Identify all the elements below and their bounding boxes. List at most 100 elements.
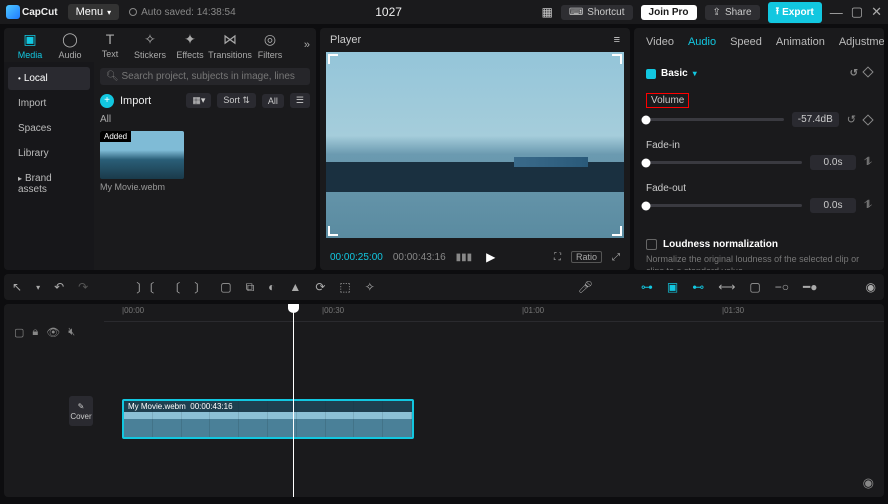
tab-text[interactable]: TText [90,31,130,59]
stepper-icon[interactable]: ⥮ [864,199,872,212]
nav-import[interactable]: Import [8,92,90,115]
copy-icon[interactable]: ⧉ [246,280,255,295]
magnet-icon[interactable]: ⊶ [641,280,653,294]
fadeout-value[interactable]: 0.0s [810,198,856,213]
tab-stickers[interactable]: ✧Stickers [130,31,170,60]
tab-transitions[interactable]: ⋈Transitions [210,31,250,60]
tab-speed[interactable]: Speed [730,36,762,48]
reset-icon[interactable]: ↺ [850,68,858,79]
dropdown-icon[interactable]: ▾ [36,283,40,292]
nav-brand-assets[interactable]: ▸Brand assets [8,167,90,201]
play-button[interactable]: ▶ [486,250,495,264]
zoom-out-icon[interactable]: −○ [775,280,789,294]
track-mute-icon[interactable]: 🔇︎ [68,326,75,339]
all-heading: All [100,114,310,125]
rotate-icon[interactable]: ⟳ [315,280,325,294]
volume-slider[interactable] [646,118,784,121]
preview-viewport[interactable] [326,52,624,238]
nav-local[interactable]: •Local [8,67,90,90]
sort-button[interactable]: Sort ⇅ [217,93,256,108]
nav-library[interactable]: Library [8,142,90,165]
caret-right-icon: ▸ [18,174,22,183]
crop-icon[interactable]: ⬚ [339,280,350,294]
fullscreen-icon[interactable]: ⤢ [612,252,620,263]
mic-icon[interactable]: 🎤︎ [578,280,593,294]
chevron-down-icon[interactable]: ▾ [693,69,697,78]
tab-audio[interactable]: ◯Audio [50,31,90,60]
mirror-icon[interactable]: ▲ [289,280,301,294]
maximize-icon[interactable]: ▢ [851,4,863,20]
lock-icon[interactable]: 🔒︎ [32,326,38,339]
join-pro-button[interactable]: Join Pro [641,5,697,20]
fadein-value[interactable]: 0.0s [810,155,856,170]
zoom-slider-icon[interactable]: ━● [803,280,817,294]
import-button[interactable]: Import [120,95,151,107]
stepper-icon[interactable]: ⥮ [864,156,872,169]
nav-spaces[interactable]: Spaces [8,117,90,140]
reset-icon[interactable]: ↺ [847,113,856,126]
split-icon[interactable]: 〕〔 [136,279,154,296]
close-icon[interactable]: ✕ [871,4,882,20]
crop-handle-tr[interactable] [612,54,622,64]
pointer-icon[interactable]: ↖ [12,280,22,294]
link-icon[interactable]: ⊷ [692,280,704,294]
keyframe-icon[interactable] [862,66,873,77]
trim-right-icon[interactable]: 〕 [194,279,206,296]
menu-button[interactable]: Menu▾ [68,4,120,20]
more-tabs-icon[interactable]: » [304,39,310,51]
filter-all-button[interactable]: All [262,94,284,108]
preview-image [326,52,624,238]
trim-left-icon[interactable]: 〔 [168,279,180,296]
delete-icon[interactable]: ▢ [220,280,231,294]
scan-icon[interactable]: ⛶ [554,252,561,263]
timeline-clip[interactable]: My Movie.webm 00:00:43:16 [122,399,414,439]
checkbox-on-icon[interactable] [646,69,656,79]
loudness-checkbox[interactable] [646,239,657,250]
snap-icon[interactable]: ▣ [667,280,678,294]
keyframe-icon[interactable] [862,114,873,125]
tab-effects[interactable]: ✦Effects [170,31,210,60]
player-menu-icon[interactable]: ≡ [614,34,620,46]
tab-adjustment[interactable]: Adjustme [839,36,884,48]
settings-icon[interactable]: ◉ [866,280,876,294]
cover-button[interactable]: ✎Cover [69,396,93,426]
enhance-icon[interactable]: ✧ [365,280,375,294]
undo-icon[interactable]: ↶ [54,280,64,294]
share-button[interactable]: ⇪ Share [705,5,760,20]
time-ruler[interactable]: |00:00 |00:30 |01:00 |01:30 [104,304,884,322]
effects-icon: ✦ [184,31,196,48]
shortcut-button[interactable]: ⌨ Shortcut [561,5,633,20]
timeline-toolbar: ↖ ▾ ↶ ↷ 〕〔 〔 〕 ▢ ⧉ ◐ ▲ ⟳ ⬚ ✧ 🎤︎ ⊶ ▣ ⊷ ⟷ … [4,274,884,300]
visibility-icon[interactable]: 👁︎ [46,326,60,339]
tab-audio-inspector[interactable]: Audio [688,36,716,48]
reverse-icon[interactable]: ◐ [268,280,275,294]
fadein-slider[interactable] [646,161,802,164]
ratio-button[interactable]: Ratio [571,251,602,263]
search-input[interactable]: 🔍︎ Search project, subjects in image, li… [100,68,310,85]
tab-filters[interactable]: ◎Filters [250,31,290,60]
columns-icon[interactable]: ▮▮▮ [456,252,473,263]
tab-video[interactable]: Video [646,36,674,48]
media-thumbnail[interactable]: Added [100,131,184,179]
crop-handle-tl[interactable] [328,54,338,64]
tab-animation[interactable]: Animation [776,36,825,48]
timeline-panel: |00:00 |00:30 |01:00 |01:30 ▢ 🔒︎ 👁︎ 🔇︎ ✎… [4,304,884,497]
filters-icon: ◎ [264,31,276,48]
export-button[interactable]: ⭱ Export [768,2,822,23]
crop-handle-bl[interactable] [328,226,338,236]
media-tab-bar: ▣Media ◯Audio TText ✧Stickers ✦Effects ⋈… [4,28,316,62]
redo-icon[interactable]: ↷ [78,280,88,294]
fadeout-slider[interactable] [646,204,802,207]
preview-toggle-icon[interactable]: ▢ [749,280,760,294]
layout-icon[interactable]: ▦ [542,5,553,19]
view-grid-button[interactable]: ▦▾ [186,93,211,108]
mute-icon[interactable]: ▢ [14,326,24,339]
volume-value[interactable]: -57.4dB [792,112,839,127]
playhead[interactable] [293,304,294,497]
filter-options-button[interactable]: ☰ [290,93,310,108]
minimize-icon[interactable]: — [830,5,843,20]
record-icon[interactable]: ◉ [863,475,874,491]
align-icon[interactable]: ⟷ [718,280,735,294]
tab-media[interactable]: ▣Media [10,31,50,60]
crop-handle-br[interactable] [612,226,622,236]
